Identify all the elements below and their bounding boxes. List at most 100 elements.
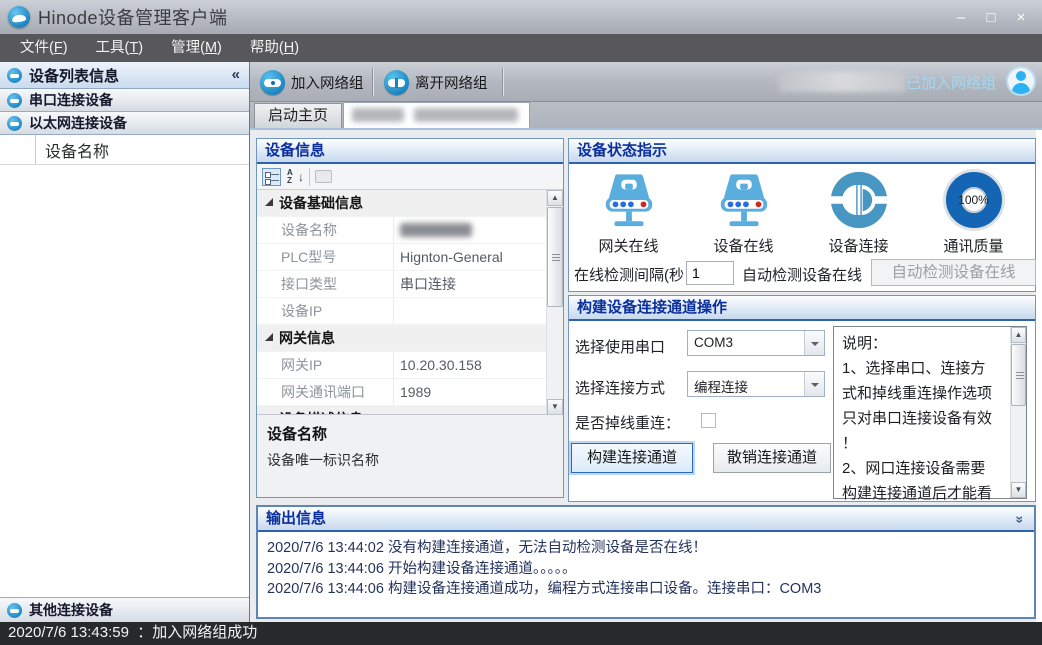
- output-log[interactable]: 2020/7/6 13:44:02 没有构建连接通道，无法自动检测设备是否在线！…: [258, 532, 1034, 606]
- property-row[interactable]: 设备IP: [257, 298, 546, 325]
- property-row[interactable]: 设备名称: [257, 217, 546, 244]
- output-panel-title: 输出信息 »: [258, 507, 1034, 532]
- tab-device[interactable]: q: [343, 102, 530, 128]
- scroll-up-icon[interactable]: ▲: [1011, 327, 1026, 343]
- indicator-label: 网关在线: [571, 235, 686, 256]
- tabstrip: 启动主页 q: [250, 102, 1042, 128]
- serial-port-select[interactable]: COM3: [687, 330, 825, 356]
- device-table-header: 设备名称: [0, 135, 249, 165]
- category-label: 设备基础信息: [279, 193, 363, 213]
- serial-device-icon: [7, 93, 22, 108]
- indicator-gateway-online: 网关在线: [571, 167, 686, 256]
- instruction-line: 2、网口连接设备需要: [842, 456, 1006, 481]
- category-expander-icon[interactable]: [265, 198, 273, 206]
- sidebar-item-other-devices[interactable]: 其他连接设备: [0, 597, 249, 622]
- property-row[interactable]: 网关IP10.20.30.158: [257, 352, 546, 379]
- sidebar-item-serial-devices[interactable]: 串口连接设备: [0, 89, 249, 112]
- menu-file[interactable]: 文件(F): [6, 34, 82, 62]
- device-info-panel: 设备信息 设备基础信息 设备名称 PLC型号Hignton-General 接口…: [256, 138, 564, 498]
- menu-help-pre: 帮助(: [250, 40, 284, 56]
- indicator-device-online: 设备在线: [686, 167, 801, 256]
- titlebar: Hinode设备管理客户端 – □ ×: [0, 0, 1042, 34]
- property-category[interactable]: 网关信息: [257, 325, 546, 352]
- ethernet-device-icon: [7, 116, 22, 131]
- property-grid: 设备基础信息 设备名称 PLC型号Hignton-General 接口类型串口连…: [257, 190, 563, 416]
- sidebar-collapse-icon[interactable]: «: [232, 66, 240, 83]
- property-key: 网关IP: [257, 355, 393, 375]
- close-button[interactable]: ×: [1006, 9, 1036, 26]
- property-grid-scrollbar[interactable]: ▲ ▼: [546, 190, 563, 415]
- main-toolbar: 加入网络组 离开网络组 已加入网络组: [250, 62, 1042, 102]
- join-network-label: 加入网络组: [291, 72, 364, 93]
- sidebar-item-ethernet-devices[interactable]: 以太网连接设备: [0, 112, 249, 135]
- sidebar-item-label: 其他连接设备: [29, 600, 113, 620]
- instruction-line: 1、选择串口、连接方: [842, 356, 1006, 381]
- scroll-down-icon[interactable]: ▼: [1011, 482, 1026, 498]
- menu-tools[interactable]: 工具(T): [82, 34, 158, 62]
- indicator-label: 设备连接: [801, 235, 916, 256]
- instruction-line: 式和掉线重连操作选项: [842, 381, 1006, 406]
- thumb-grip: [552, 257, 560, 258]
- scrollbar-thumb[interactable]: [547, 207, 563, 307]
- menu-help[interactable]: 帮助(H): [236, 34, 313, 62]
- device-name-column-header[interactable]: 设备名称: [45, 138, 109, 162]
- app-window: Hinode设备管理客户端 – □ × 文件(F) 工具(T) 管理(M) 帮助…: [0, 0, 1042, 645]
- comm-quality-value: 100%: [958, 193, 989, 207]
- build-channel-button[interactable]: 构建连接通道: [571, 443, 693, 473]
- device-info-title: 设备信息: [257, 139, 563, 164]
- sort-az-icon[interactable]: [286, 168, 304, 186]
- property-row[interactable]: 网关通讯端口1989: [257, 379, 546, 406]
- serial-port-label: 选择使用串口: [575, 336, 665, 357]
- auto-detect-button[interactable]: 自动检测设备在线: [871, 259, 1036, 286]
- sidebar-header[interactable]: 设备列表信息 «: [0, 62, 249, 89]
- sidebar-header-label: 设备列表信息: [29, 65, 119, 86]
- categorized-view-icon[interactable]: [262, 168, 281, 186]
- menu-manage[interactable]: 管理(M): [157, 34, 236, 62]
- instructions-scrollbar[interactable]: ▲ ▼: [1010, 327, 1026, 498]
- interval-input[interactable]: [686, 261, 734, 285]
- property-value: [393, 298, 546, 324]
- channel-panel-title: 构建设备连接通道操作: [569, 296, 1035, 321]
- scroll-down-icon[interactable]: ▼: [547, 399, 563, 415]
- join-network-button[interactable]: 加入网络组: [256, 66, 374, 98]
- leave-network-button[interactable]: 离开网络组: [380, 66, 498, 98]
- connect-mode-label: 选择连接方式: [575, 377, 665, 398]
- menu-help-key: H: [284, 40, 294, 56]
- chevron-down-icon[interactable]: [804, 331, 824, 355]
- channel-operations-panel: 构建设备连接通道操作 选择使用串口 COM3 选择连接方式 编程连接 是否掉线重…: [568, 295, 1036, 502]
- output-collapse-icon[interactable]: »: [1009, 516, 1032, 524]
- toolbar-separator: [502, 68, 503, 96]
- menu-file-key: F: [54, 40, 63, 56]
- output-panel: 输出信息 » 2020/7/6 13:44:02 没有构建连接通道，无法自动检测…: [256, 505, 1036, 619]
- indicator-label: 通讯质量: [916, 235, 1031, 256]
- tab-home[interactable]: 启动主页: [254, 103, 342, 128]
- connect-mode-select[interactable]: 编程连接: [687, 371, 825, 397]
- leave-network-icon: [384, 70, 409, 95]
- redacted-device-name: [400, 223, 472, 237]
- user-avatar[interactable]: [1006, 66, 1036, 96]
- scrollbar-thumb[interactable]: [1011, 344, 1026, 406]
- minimize-button[interactable]: –: [946, 9, 976, 26]
- comm-quality-ring-icon: 100%: [946, 172, 1002, 228]
- chevron-down-icon[interactable]: [804, 372, 824, 396]
- menu-help-post: ): [294, 40, 299, 56]
- instruction-line: 构建连接通道后才能看: [842, 481, 1006, 506]
- property-value: [393, 217, 546, 243]
- scroll-up-icon[interactable]: ▲: [547, 190, 563, 206]
- property-row[interactable]: 接口类型串口连接: [257, 271, 546, 298]
- reconnect-checkbox[interactable]: [701, 413, 716, 428]
- menu-tools-key: T: [129, 40, 138, 56]
- auto-detect-label: 自动检测设备在线: [742, 264, 872, 285]
- instructions-box: 说明： 1、选择串口、连接方 式和掉线重连操作选项 只对串口连接设备有效 ！ 2…: [833, 326, 1027, 499]
- other-device-icon: [7, 603, 22, 618]
- property-row[interactable]: PLC型号Hignton-General: [257, 244, 546, 271]
- device-list-sidebar: 设备列表信息 « 串口连接设备 以太网连接设备 设备名称 其他连接设备: [0, 62, 250, 622]
- release-channel-button[interactable]: 散销连接通道: [713, 443, 831, 473]
- property-key: 设备名称: [257, 220, 393, 240]
- reconnect-label: 是否掉线重连：: [575, 412, 680, 433]
- property-category[interactable]: 设备基础信息: [257, 190, 546, 217]
- sidebar-item-label: 以太网连接设备: [29, 113, 127, 133]
- category-expander-icon[interactable]: [265, 333, 273, 341]
- maximize-button[interactable]: □: [976, 9, 1006, 26]
- sidebar-item-label: 串口连接设备: [29, 90, 113, 110]
